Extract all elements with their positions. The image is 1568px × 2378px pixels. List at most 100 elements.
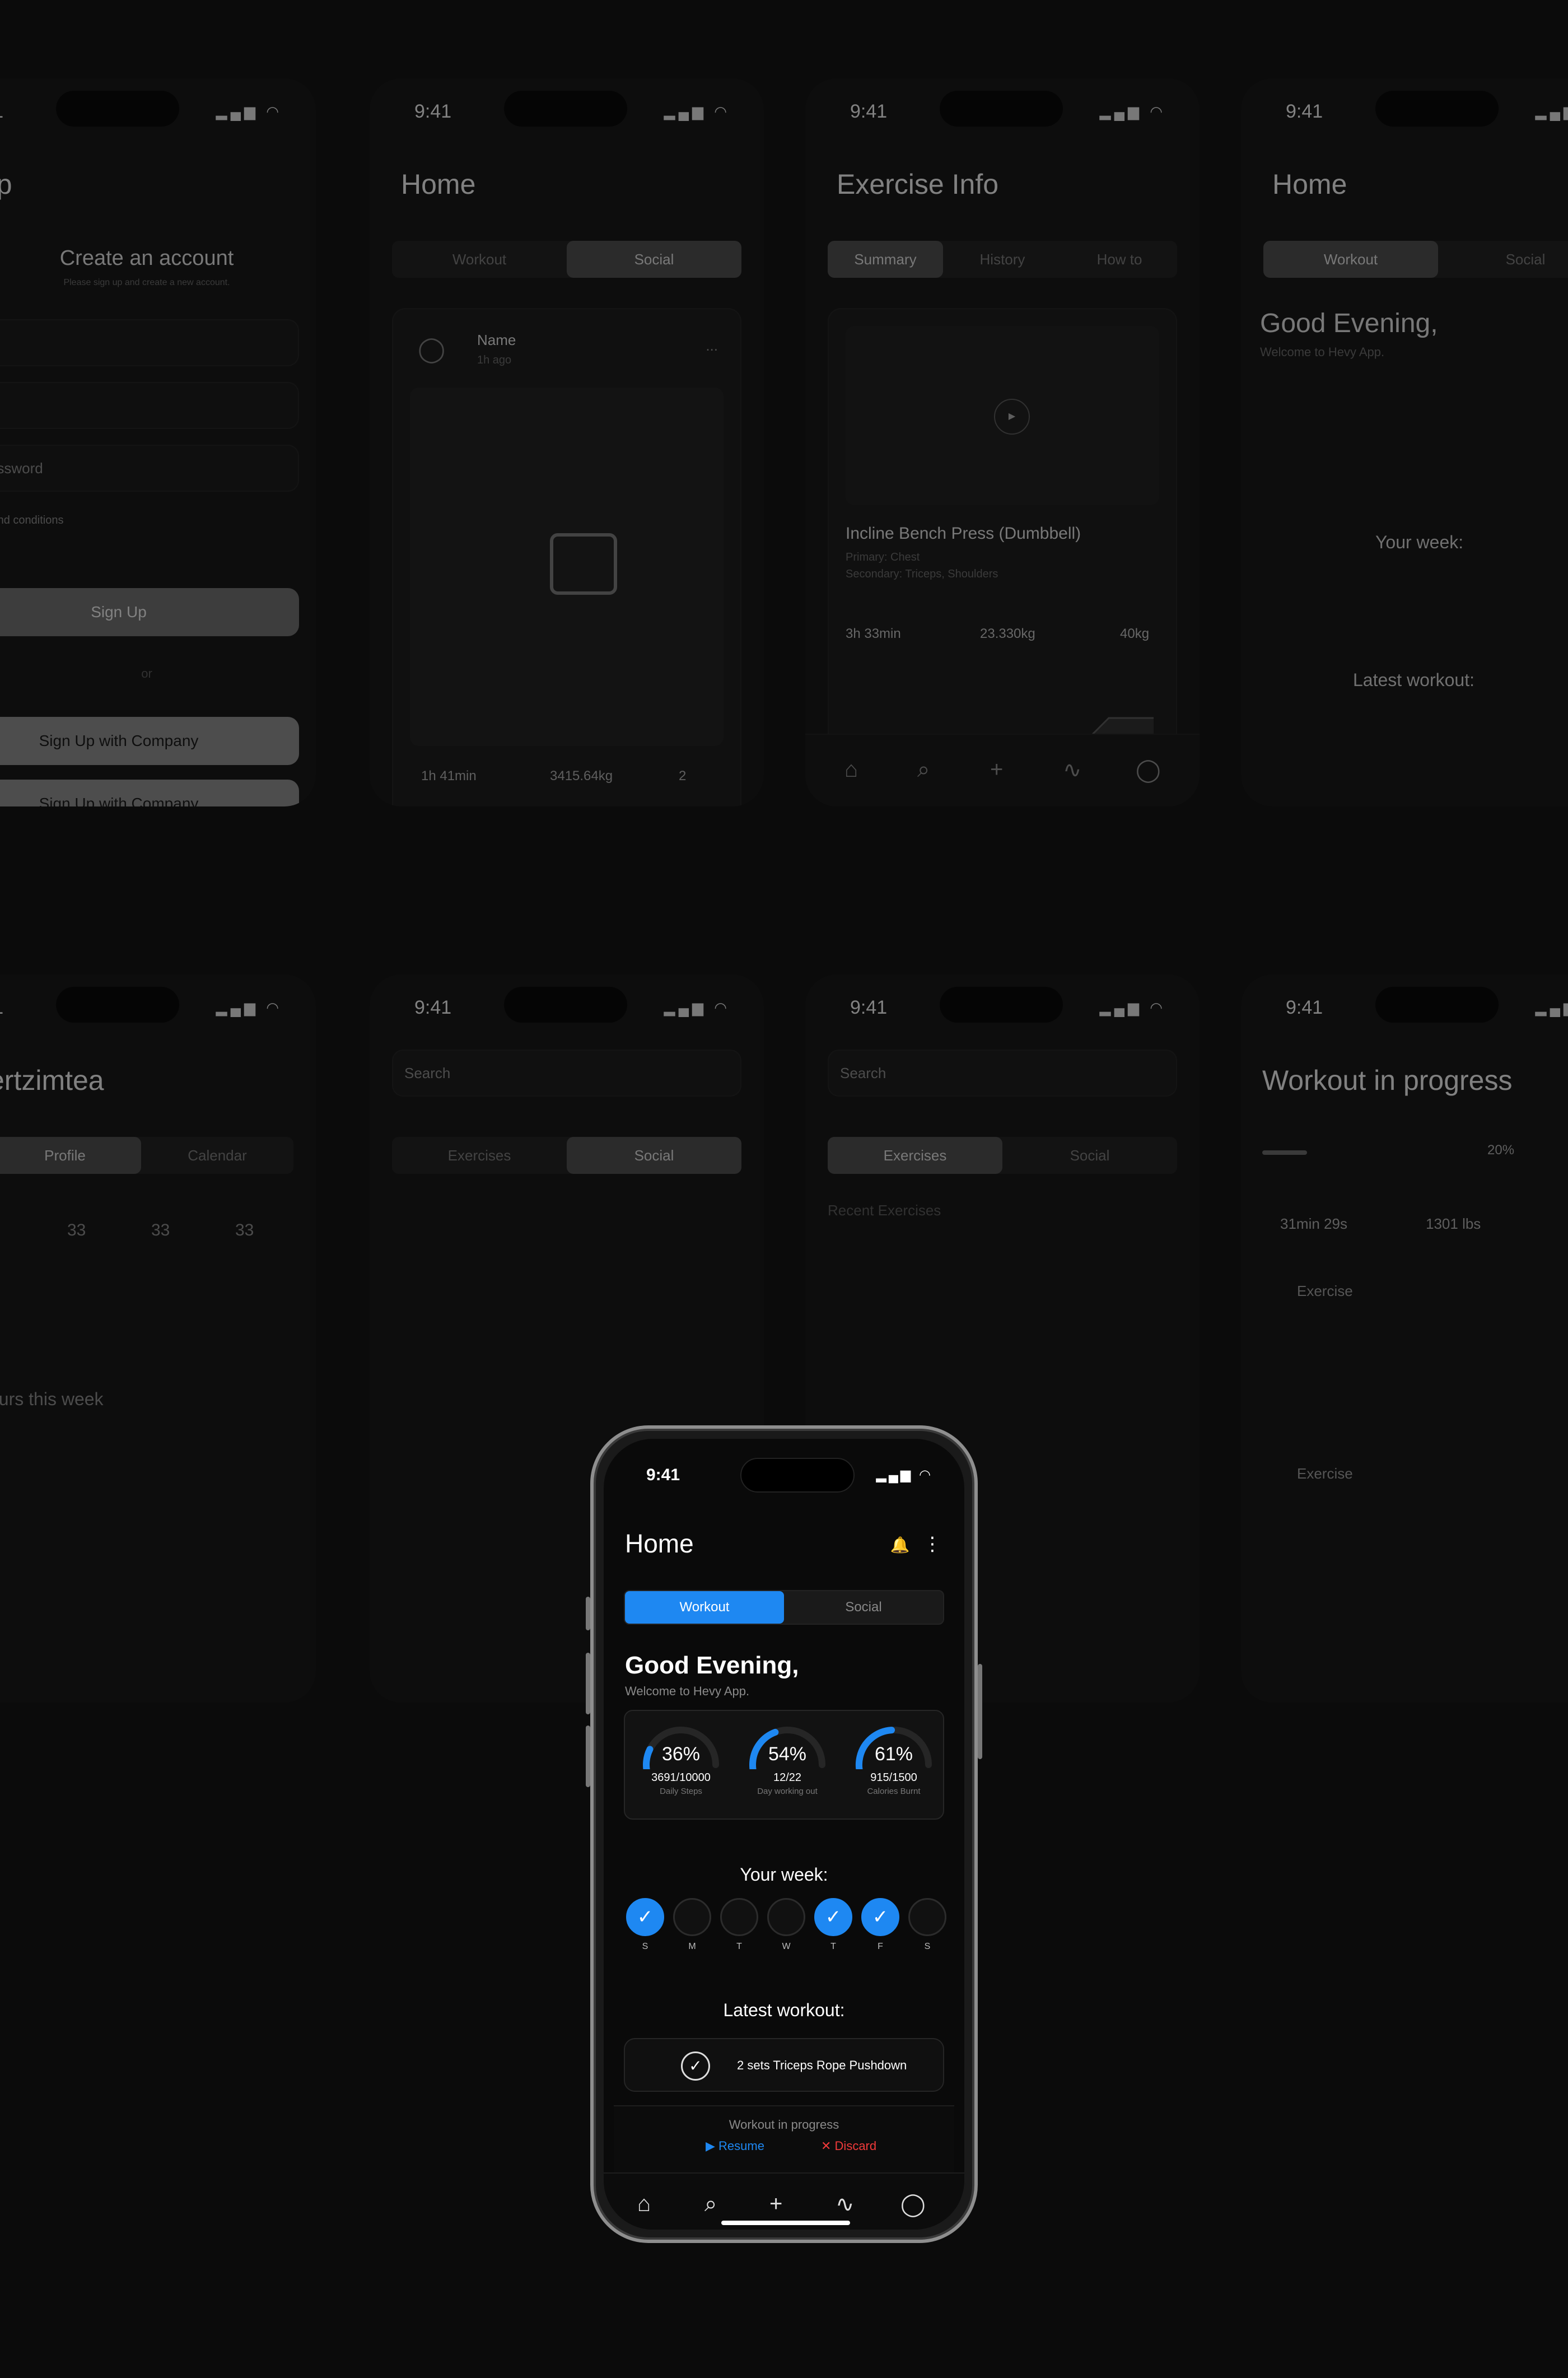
post-more-button[interactable]: ... — [706, 337, 718, 355]
gauge-percent: 36% — [661, 1743, 701, 1765]
tab-social[interactable]: Social — [1438, 241, 1568, 278]
add-icon[interactable]: + — [769, 2192, 782, 2217]
day-saturday[interactable]: S — [908, 1898, 946, 1952]
home-icon[interactable]: ⌂ — [844, 757, 858, 782]
home-indicator — [721, 2221, 850, 2225]
post-stat-time: 1h 41min — [421, 768, 477, 784]
volume-up-button — [586, 1653, 590, 1714]
tab-workout[interactable]: Workout — [1263, 241, 1438, 278]
email-field[interactable]: il — [0, 319, 299, 366]
check-icon: ✓ — [681, 2051, 710, 2081]
progress-percent: 20% — [1487, 1143, 1515, 1158]
social-post-card: ◯ Name 1h ago ... 1h 41min 3415.64kg 2 — [392, 308, 741, 806]
tab-exercises[interactable]: Exercises — [828, 1137, 1002, 1174]
day-friday[interactable]: ✓ F — [861, 1898, 899, 1952]
followers-count: 33 — [151, 1221, 170, 1239]
or-divider: or — [141, 666, 152, 680]
day-letter: W — [782, 1942, 791, 1951]
metric-total-time: 3h 33min — [846, 626, 901, 641]
profile-username: ertzimtea — [0, 1065, 104, 1096]
bell-icon[interactable]: 🔔 — [890, 1536, 910, 1554]
profile-tabs: Profile Calendar — [0, 1137, 293, 1174]
signup-button[interactable]: Sign Up — [0, 588, 299, 636]
tab-social[interactable]: Social — [567, 241, 741, 278]
tab-workout[interactable]: Workout — [625, 1591, 784, 1624]
tab-exercises[interactable]: Exercises — [392, 1137, 567, 1174]
tab-workout[interactable]: Workout — [392, 241, 567, 278]
status-time: 9:41 — [414, 101, 452, 122]
dynamic-island — [504, 91, 627, 127]
day-check — [908, 1898, 946, 1936]
workout-social-tabs: Workout Social — [1263, 241, 1568, 278]
screen-title: n Up — [0, 169, 12, 200]
phone-mockup: 9:41 ▂▄▆ ◠ Home 🔔 ⋮ Workout Social Good … — [586, 1425, 982, 2243]
exercise-card: ▶ Incline Bench Press (Dumbbell) Primary… — [828, 308, 1177, 806]
page-title: Home — [625, 1529, 694, 1558]
home-social-screen: 9:41 ▂▄▆ ◠ Home Workout Social ◯ Name 1h … — [370, 78, 764, 806]
status-icons: ▂▄▆ ◠ — [1535, 103, 1568, 120]
day-letter: S — [642, 1942, 648, 1951]
search-icon[interactable]: ⌕ — [704, 2192, 717, 2217]
day-monday[interactable]: M — [673, 1898, 711, 1952]
discard-button[interactable]: ✕ Discard — [821, 2139, 876, 2153]
more-icon[interactable]: ⋮ — [923, 1533, 942, 1555]
post-stat-prs: 2 — [679, 768, 687, 784]
day-letter: T — [736, 1942, 742, 1951]
profile-icon[interactable]: ◯ — [900, 2192, 926, 2217]
activity-icon[interactable]: ∿ — [1063, 757, 1082, 783]
metric-volume: 23.330kg — [980, 626, 1035, 641]
day-check — [767, 1898, 805, 1936]
dynamic-island — [740, 1458, 855, 1493]
resume-label: Resume — [718, 2139, 764, 2153]
add-icon[interactable]: + — [990, 757, 1003, 782]
gauge-label: Day working out — [757, 1787, 818, 1796]
status-icons: ▂▄▆ ◠ — [664, 103, 730, 120]
tab-profile[interactable]: Profile — [0, 1137, 141, 1174]
terms-text[interactable]: e to terms and conditions — [0, 514, 63, 527]
workout-in-progress-bar: Workout in progress ▶ Resume ✕ Discard — [614, 2105, 954, 2172]
status-time: 9:41 — [1286, 997, 1323, 1018]
exercise-name: Incline Bench Press (Dumbbell) — [846, 524, 1081, 543]
workout-in-progress-label: Workout in progress — [729, 2118, 839, 2132]
day-tuesday[interactable]: T — [720, 1898, 758, 1952]
play-icon[interactable]: ▶ — [994, 399, 1030, 435]
status-time: 9:41 — [1286, 101, 1323, 122]
metric-pr: 40kg — [1120, 626, 1150, 641]
dynamic-island — [1375, 987, 1499, 1023]
tab-history[interactable]: History — [943, 241, 1062, 278]
latest-workout-card[interactable]: ✓ 2 sets Triceps Rope Pushdown — [624, 2038, 944, 2092]
tab-social[interactable]: Social — [567, 1137, 741, 1174]
signup-company-button-2[interactable]: Sign Up with Company — [0, 780, 299, 806]
silent-switch — [586, 1597, 590, 1630]
tab-social[interactable]: Social — [784, 1591, 943, 1624]
day-check — [673, 1898, 711, 1936]
day-thursday[interactable]: ✓ T — [814, 1898, 852, 1952]
home-icon[interactable]: ⌂ — [637, 2192, 651, 2217]
status-icons: ▂▄▆ ◠ — [664, 999, 730, 1016]
workout-in-progress-screen: 9:41 ▂▄▆ ◠ Workout in progress 20% 31min … — [1241, 974, 1568, 1703]
status-icons: ▂▄▆ ◠ — [876, 1467, 933, 1482]
confirm-password-field[interactable]: firm Password — [0, 445, 299, 492]
password-field[interactable]: sword — [0, 382, 299, 429]
search-input[interactable]: Search — [392, 1050, 741, 1097]
week-days: ✓ S M T W ✓ T ✓ F S — [626, 1898, 946, 1960]
search-icon[interactable]: ⌕ — [917, 757, 930, 782]
exercise-info-screen: 9:41 ▂▄▆ ◠ Exercise Info Summary History … — [805, 78, 1200, 806]
gauge-daily-steps: 36% 3691/10000 Daily Steps — [631, 1719, 731, 1796]
day-wednesday[interactable]: W — [767, 1898, 805, 1952]
search-input[interactable]: Search — [828, 1050, 1177, 1097]
resume-button[interactable]: ▶ Resume — [706, 2139, 764, 2153]
activity-icon[interactable]: ∿ — [836, 2192, 855, 2217]
tab-summary[interactable]: Summary — [828, 241, 943, 278]
gauge-label: Calories Burnt — [867, 1787, 921, 1796]
post-image — [410, 388, 724, 746]
tab-social[interactable]: Social — [1002, 1137, 1177, 1174]
user-avatar-icon: ◯ — [418, 335, 446, 363]
tab-how-to[interactable]: How to — [1062, 241, 1177, 278]
signup-company-button-1[interactable]: Sign Up with Company — [0, 717, 299, 765]
tab-calendar[interactable]: Calendar — [141, 1137, 293, 1174]
status-icons: ▂▄▆ ◠ — [1535, 999, 1568, 1016]
day-sunday[interactable]: ✓ S — [626, 1898, 664, 1952]
profile-icon[interactable]: ◯ — [1136, 757, 1161, 783]
create-account-heading: Create an account — [59, 246, 234, 270]
